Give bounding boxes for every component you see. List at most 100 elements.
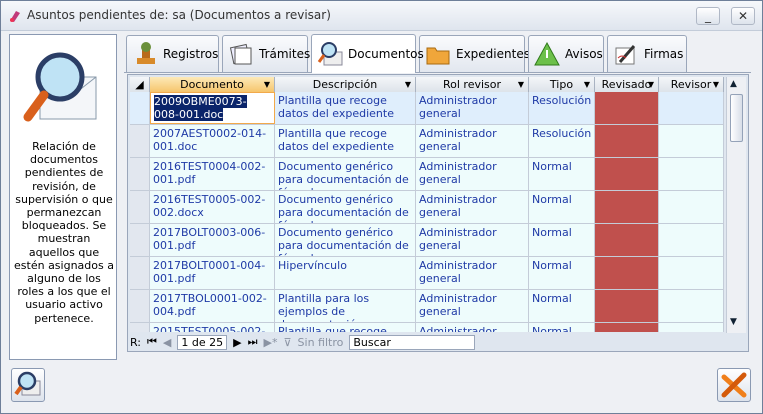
cell-descripcion[interactable]: Plantilla que recoge datos <box>275 323 416 332</box>
cell-tipo[interactable]: Normal <box>529 323 595 332</box>
cell-descripcion[interactable]: Plantilla para los ejemplos de documenta… <box>275 290 416 322</box>
previous-record-icon[interactable]: ◀ <box>163 336 171 349</box>
tab-expedientes[interactable]: Expedientes <box>419 35 530 72</box>
filter-status[interactable]: Sin filtro <box>298 336 344 349</box>
column-header-revisado[interactable]: Revisado ▼ <box>595 77 659 92</box>
cell-rol-revisor[interactable]: Administrador general <box>416 158 529 190</box>
cell-documento[interactable]: 2007AEST0002-014-001.doc <box>150 125 275 157</box>
scroll-down-icon[interactable]: ▼ <box>730 317 737 327</box>
search-document-button[interactable] <box>11 368 45 402</box>
panel-description: Relación de documentos pendientes de rev… <box>14 140 114 325</box>
cell-descripcion[interactable]: Documento genérico para documentación de… <box>275 224 416 256</box>
close-button[interactable]: ✕ <box>731 7 755 25</box>
tab-label: Documentos <box>348 47 424 61</box>
cell-revisado[interactable] <box>595 290 659 322</box>
cell-revisor[interactable] <box>659 191 724 223</box>
cell-revisado[interactable] <box>595 257 659 289</box>
tab-bar: Registros Trámites Documentos Expediente… <box>126 34 746 73</box>
minimize-button[interactable]: _ <box>696 7 720 25</box>
cell-rol-revisor[interactable]: Administrador general <box>416 224 529 256</box>
column-header-rol-revisor[interactable]: Rol revisor ▼ <box>416 77 529 92</box>
table-row[interactable]: 2016TEST0005-002-002.docx Documento genér… <box>130 191 724 224</box>
cell-documento[interactable]: 2016TEST0004-002-001.pdf <box>150 158 275 190</box>
next-record-icon[interactable]: ▶ <box>233 336 241 349</box>
column-header-documento[interactable]: Documento ▼ <box>150 77 275 92</box>
cell-documento[interactable]: 2016TEST0005-002-002.docx <box>150 191 275 223</box>
cell-documento[interactable]: 2017TBOL0001-002-004.pdf <box>150 290 275 322</box>
tab-firmas[interactable]: Firmas <box>607 35 687 72</box>
column-header-revisor[interactable]: Revisor ▼ <box>659 77 724 92</box>
table-row[interactable]: 2015TEST0005-002-Plantilla que recoge da… <box>130 323 724 332</box>
row-header[interactable] <box>130 125 150 157</box>
table-row[interactable]: 2009OBME0073-008-001.doc Plantilla que re… <box>130 92 724 125</box>
first-record-icon[interactable]: ⏮ <box>147 335 157 349</box>
cell-descripcion[interactable]: Plantilla que recoge datos del expedient… <box>275 92 416 124</box>
cell-tipo[interactable]: Normal <box>529 257 595 289</box>
cell-tipo[interactable]: Resolución <box>529 92 595 124</box>
cell-revisor[interactable] <box>659 257 724 289</box>
tab-label: Trámites <box>259 47 311 61</box>
cell-rol-revisor[interactable]: Administrador general <box>416 323 529 332</box>
cell-revisor[interactable] <box>659 323 724 332</box>
stamp-icon <box>137 42 155 64</box>
tab-registros[interactable]: Registros <box>126 35 219 72</box>
row-header[interactable] <box>130 191 150 223</box>
cell-revisor[interactable] <box>659 224 724 256</box>
scroll-up-icon[interactable]: ▲ <box>730 79 737 89</box>
cell-descripcion[interactable]: Documento genérico para documentación de… <box>275 158 416 190</box>
row-header[interactable] <box>130 92 150 124</box>
column-header-tipo[interactable]: Tipo ▼ <box>529 77 595 92</box>
table-row[interactable]: 2016TEST0004-002-001.pdf Documento genéri… <box>130 158 724 191</box>
cell-descripcion[interactable]: Hipervínculo <box>275 257 416 289</box>
cell-rol-revisor[interactable]: Administrador general <box>416 191 529 223</box>
cell-rol-revisor[interactable]: Administrador general <box>416 125 529 157</box>
cell-tipo[interactable]: Normal <box>529 158 595 190</box>
table-row[interactable]: 2017TBOL0001-002-004.pdf Plantilla para l… <box>130 290 724 323</box>
cell-revisado[interactable] <box>595 158 659 190</box>
new-record-icon[interactable]: ▶* <box>264 336 278 349</box>
cell-tipo[interactable]: Normal <box>529 224 595 256</box>
cell-tipo[interactable]: Resolución <box>529 125 595 157</box>
cell-tipo[interactable]: Normal <box>529 290 595 322</box>
cell-revisado[interactable] <box>595 92 659 124</box>
tab-avisos[interactable]: Avisos <box>528 35 604 72</box>
tab-label: Avisos <box>565 47 603 61</box>
cell-documento[interactable]: 2017BOLT0003-006-001.pdf <box>150 224 275 256</box>
row-header[interactable] <box>130 257 150 289</box>
column-header-descripcion[interactable]: Descripción ▼ <box>275 77 416 92</box>
cell-revisor[interactable] <box>659 290 724 322</box>
table-row[interactable]: 2017BOLT0001-004-001.pdf Hipervínculo Admi… <box>130 257 724 290</box>
cell-documento[interactable]: 2017BOLT0001-004-001.pdf <box>150 257 275 289</box>
cell-revisor[interactable] <box>659 92 724 124</box>
record-position-field[interactable]: 1 de 25 <box>177 334 228 350</box>
cell-descripcion[interactable]: Plantilla que recoge datos del expedient… <box>275 125 416 157</box>
cell-descripcion[interactable]: Documento genérico para documentación de… <box>275 191 416 223</box>
row-header[interactable] <box>130 323 150 332</box>
cell-rol-revisor[interactable]: Administrador general <box>416 290 529 322</box>
cell-revisor[interactable] <box>659 125 724 157</box>
row-header[interactable] <box>130 224 150 256</box>
close-tool-button[interactable] <box>717 368 751 402</box>
vertical-scrollbar[interactable]: ▲ ▼ <box>726 77 746 333</box>
cell-rol-revisor[interactable]: Administrador general <box>416 257 529 289</box>
cell-documento[interactable]: 2009OBME0073-008-001.doc <box>150 92 275 124</box>
select-all-corner[interactable]: ◢ <box>130 77 150 92</box>
cell-documento[interactable]: 2015TEST0005-002- <box>150 323 275 332</box>
tab-documentos[interactable]: Documentos <box>311 34 424 73</box>
cell-revisado[interactable] <box>595 125 659 157</box>
row-header[interactable] <box>130 290 150 322</box>
cell-revisado[interactable] <box>595 224 659 256</box>
row-header[interactable] <box>130 158 150 190</box>
search-field[interactable]: Buscar <box>349 334 476 350</box>
cell-revisado[interactable] <box>595 323 659 332</box>
cell-revisado[interactable] <box>595 191 659 223</box>
filter-icon[interactable]: ⊽ <box>283 336 291 349</box>
scroll-thumb[interactable] <box>730 94 743 142</box>
tab-tramites[interactable]: Trámites <box>222 35 311 72</box>
cell-revisor[interactable] <box>659 158 724 190</box>
cell-rol-revisor[interactable]: Administrador general <box>416 92 529 124</box>
cell-tipo[interactable]: Normal <box>529 191 595 223</box>
table-row[interactable]: 2017BOLT0003-006-001.pdf Documento genéri… <box>130 224 724 257</box>
table-row[interactable]: 2007AEST0002-014-001.doc Plantilla que re… <box>130 125 724 158</box>
last-record-icon[interactable]: ⏭ <box>248 335 258 349</box>
